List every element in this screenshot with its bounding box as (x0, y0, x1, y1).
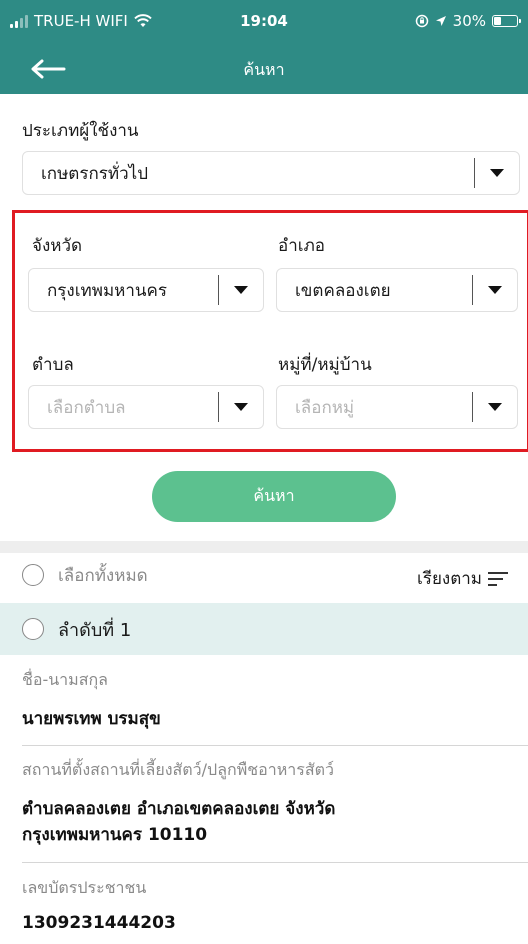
search-button[interactable]: ค้นหา (152, 471, 396, 522)
province-value: กรุงเทพมหานคร (47, 280, 168, 301)
location-line-1: ตำบลคลองเตย อำเภอเขตคลองเตย จังหวัด (22, 799, 336, 819)
app-header: TRUE-H WIFI 19:04 30% ค้นหา (0, 0, 528, 94)
subdistrict-select[interactable]: เลือกตำบล (28, 385, 264, 429)
record-title: ลำดับที่ 1 (58, 619, 132, 641)
subdistrict-placeholder: เลือกตำบล (47, 397, 126, 418)
dropdown-caret-icon (219, 286, 263, 294)
battery-icon (492, 15, 521, 27)
dropdown-caret-icon (473, 403, 517, 411)
sort-label: เรียงตาม (417, 569, 482, 589)
location-label: สถานที่ตั้งสถานที่เลี้ยงสัตว์/ปลูกพืชอาห… (22, 760, 334, 779)
record-header: ลำดับที่ 1 (0, 603, 528, 655)
dropdown-caret-icon (475, 169, 519, 177)
village-select[interactable]: เลือกหมู่ (276, 385, 518, 429)
select-all-row: เลือกทั้งหมด เรียงตาม (0, 553, 528, 597)
page-title: ค้นหา (243, 60, 285, 79)
district-select[interactable]: เขตคลองเตย (276, 268, 518, 312)
subdistrict-label: ตำบล (32, 355, 74, 375)
location-line-2: กรุงเทพมหานคร 10110 (22, 825, 208, 845)
dropdown-caret-icon (219, 403, 263, 411)
nav-bar: ค้นหา (0, 44, 528, 94)
sort-icon (488, 571, 508, 586)
section-divider (0, 541, 528, 553)
district-value: เขตคลองเตย (295, 280, 391, 301)
id-label: เลขบัตรประชาชน (22, 878, 147, 897)
province-label: จังหวัด (32, 236, 83, 256)
rotation-lock-icon (415, 14, 428, 28)
name-value: นายพรเทพ บรมสุข (22, 709, 161, 729)
user-type-select[interactable]: เกษตรกรทั่วไป (22, 151, 520, 195)
user-type-label: ประเภทผู้ใช้งาน (22, 121, 139, 141)
row-divider (22, 862, 528, 863)
name-label: ชื่อ-นามสกุล (22, 670, 108, 689)
village-label: หมู่ที่/หมู่บ้าน (278, 355, 372, 375)
select-all-radio[interactable] (22, 564, 44, 586)
location-icon (435, 16, 446, 26)
battery-percent: 30% (452, 12, 486, 30)
record-radio[interactable] (22, 618, 44, 640)
sort-button[interactable]: เรียงตาม (417, 565, 508, 592)
village-placeholder: เลือกหมู่ (295, 397, 355, 418)
district-label: อำเภอ (278, 236, 325, 256)
id-value: 1309231444203 (22, 913, 176, 933)
status-bar: TRUE-H WIFI 19:04 30% (0, 0, 528, 44)
select-all-label: เลือกทั้งหมด (58, 565, 148, 586)
dropdown-caret-icon (473, 286, 517, 294)
row-divider (22, 745, 528, 746)
user-type-value: เกษตรกรทั่วไป (41, 163, 148, 184)
province-select[interactable]: กรุงเทพมหานคร (28, 268, 264, 312)
